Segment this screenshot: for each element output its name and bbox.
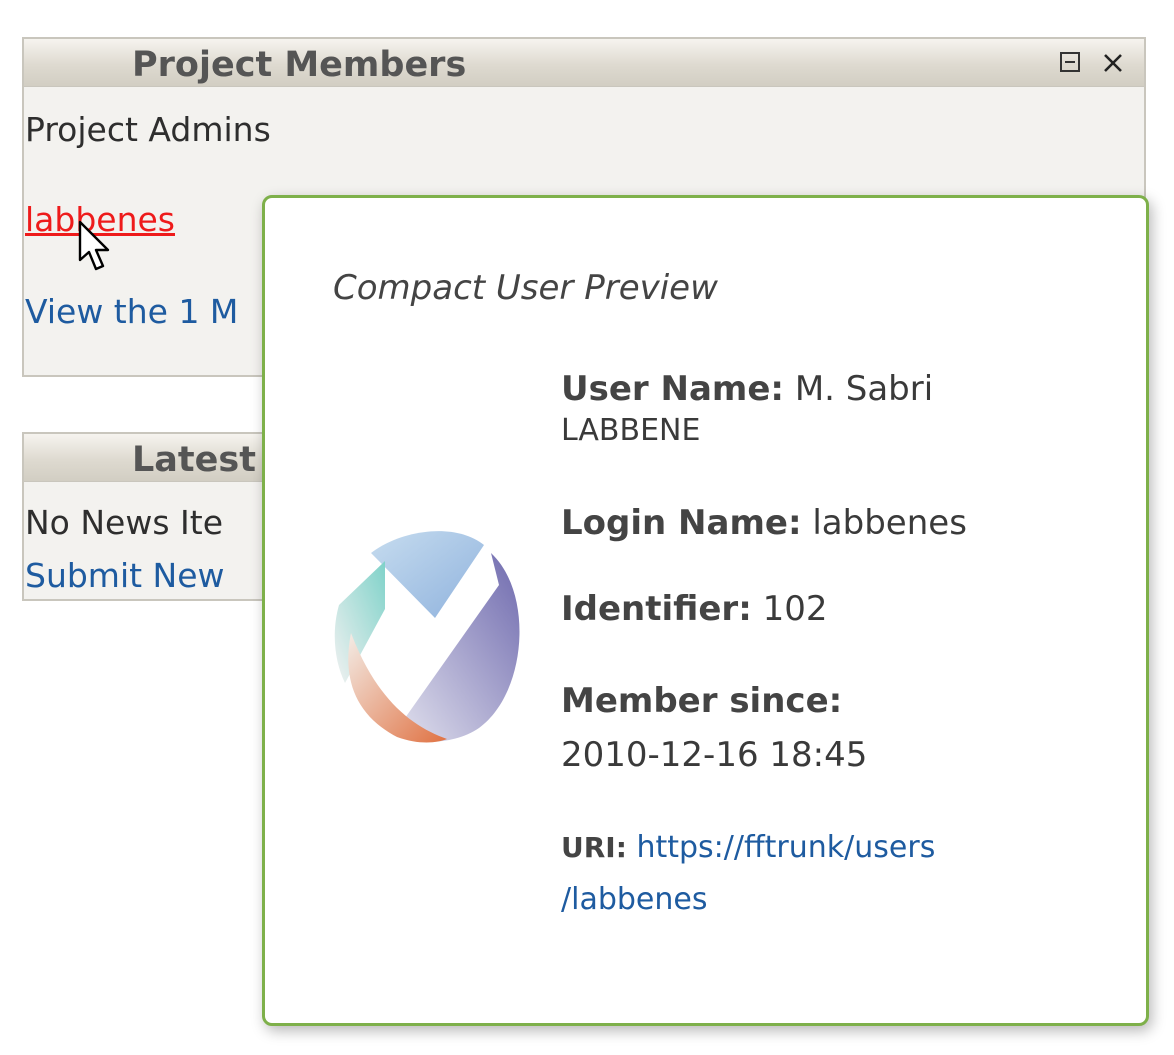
- submit-news-link[interactable]: Submit New: [25, 556, 225, 596]
- minimize-icon[interactable]: [1058, 48, 1084, 76]
- mouse-cursor-icon: [78, 220, 110, 271]
- member-since-label: Member since:: [561, 681, 843, 721]
- project-members-header: Project Members: [24, 39, 1144, 87]
- popup-title: Compact User Preview: [333, 268, 718, 308]
- login-name-value: labbenes: [812, 503, 967, 543]
- user-name-value-line2: LABBENE: [561, 413, 701, 448]
- uri-link-line2[interactable]: /labbenes: [561, 882, 707, 917]
- user-name-value-line1: M. Sabri: [794, 369, 934, 409]
- widget-controls: [1058, 48, 1126, 76]
- identifier-row: Identifier: 102: [561, 582, 1021, 636]
- view-members-link[interactable]: View the 1 M: [25, 292, 238, 332]
- identifier-label: Identifier:: [561, 589, 752, 629]
- user-name-label: User Name:: [561, 369, 784, 409]
- uri-row: URI: https://fftrunk/users /labbenes: [561, 822, 1021, 926]
- close-icon[interactable]: [1100, 48, 1126, 76]
- no-news-text: No News Ite: [25, 503, 223, 542]
- user-preview-popup: Compact User Preview User Name: M. Sabri…: [262, 195, 1149, 1026]
- project-members-title: Project Members: [132, 45, 467, 85]
- user-name-row: User Name: M. Sabri LABBENE: [561, 362, 1021, 446]
- latest-news-title: Latest: [132, 440, 256, 480]
- uri-link-line1[interactable]: https://fftrunk/users: [636, 830, 935, 865]
- uri-label: URI:: [561, 831, 627, 864]
- member-since-row: Member since: 2010-12-16 18:45: [561, 674, 1021, 782]
- fusionforge-logo-icon: [334, 531, 520, 743]
- identifier-value: 102: [762, 589, 828, 629]
- login-name-row: Login Name: labbenes: [561, 496, 1021, 550]
- member-since-value: 2010-12-16 18:45: [561, 735, 868, 775]
- project-admins-label: Project Admins: [25, 110, 271, 149]
- login-name-label: Login Name:: [561, 503, 802, 543]
